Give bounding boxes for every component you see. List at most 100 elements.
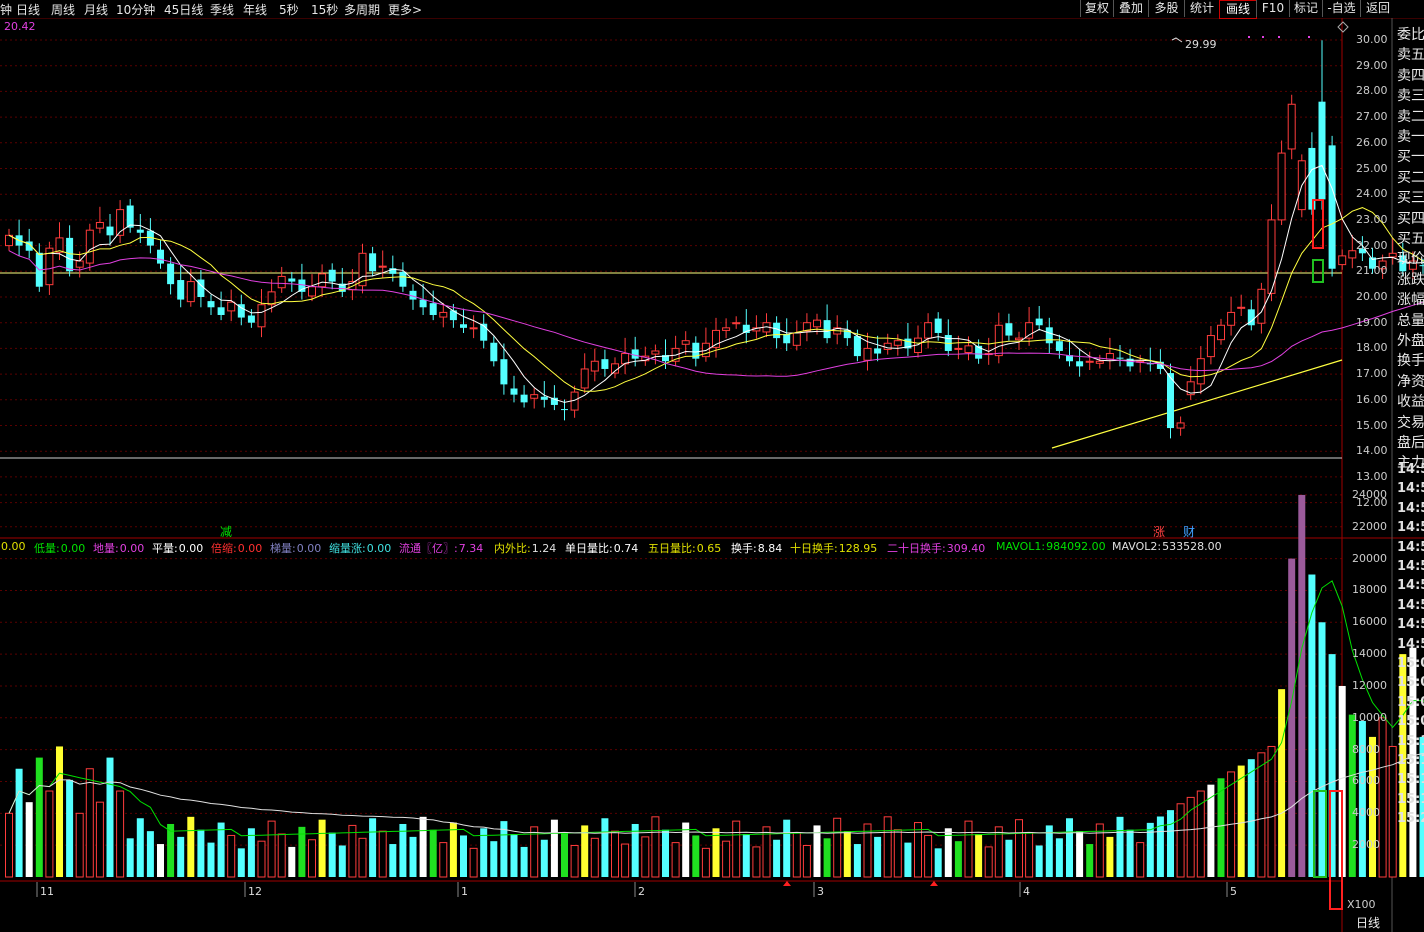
kline-chart-area[interactable]	[0, 0, 1424, 932]
volume-bar	[1318, 622, 1326, 877]
candle	[288, 272, 296, 292]
info-value: 0.00	[366, 542, 392, 555]
volume-bar	[45, 790, 54, 878]
price-tick-label: 18.00	[1356, 341, 1388, 355]
volume-bar	[732, 820, 741, 878]
volume-bar	[369, 818, 377, 877]
volume-bar	[1076, 831, 1084, 877]
volume-bar	[701, 847, 710, 878]
info-label: MAVOL2:	[1112, 540, 1162, 553]
volume-bar	[914, 822, 922, 878]
volume-bar	[984, 846, 993, 878]
dot-icon	[1248, 36, 1250, 38]
trade-time-4: 14:5	[1397, 539, 1424, 555]
candle	[177, 264, 185, 308]
volume-tick-label: 24000	[1352, 487, 1387, 501]
volume-bar	[934, 848, 942, 877]
candle	[257, 289, 266, 338]
quote-label-16: 换手	[1397, 353, 1424, 370]
volume-bar	[863, 823, 872, 878]
info-item-7: 流通〖亿〗:7.34	[399, 540, 483, 556]
volume-bar	[1186, 796, 1195, 878]
candle	[116, 200, 125, 244]
candle	[1348, 235, 1357, 269]
volume-bar	[550, 819, 558, 877]
volume-bar	[207, 842, 215, 877]
info-value: 0.00	[60, 542, 86, 555]
info-label: 梯量:	[270, 542, 296, 555]
volume-bar	[227, 834, 236, 878]
volume-bar	[722, 840, 731, 878]
volume-bar	[308, 839, 316, 878]
candle	[277, 266, 286, 293]
volume-bar	[338, 845, 346, 877]
candle	[1217, 318, 1225, 345]
volume-bar	[924, 834, 933, 878]
corner-price: 20.42	[4, 20, 36, 33]
candle	[1338, 249, 1347, 270]
info-value: 128.95	[838, 542, 878, 555]
volume-bar	[1257, 752, 1266, 878]
candle	[328, 263, 336, 290]
chart-marker-0: 减	[220, 525, 233, 539]
candle	[95, 206, 104, 234]
candle	[1105, 337, 1114, 370]
volume-bar	[116, 790, 125, 878]
candle	[540, 381, 548, 408]
candle	[802, 313, 811, 342]
info-label: 内外比:	[494, 542, 531, 555]
price-tick-label: 21.00	[1356, 264, 1388, 278]
volume-tick-label: 4000	[1352, 806, 1380, 820]
trade-time-16: 15:1	[1397, 772, 1424, 788]
info-label: 缩量涨:	[329, 542, 366, 555]
candle	[570, 385, 579, 418]
candle	[1025, 307, 1034, 346]
candle	[611, 357, 619, 379]
volume-bar	[197, 829, 205, 877]
quote-label-5: 卖一	[1397, 129, 1424, 145]
info-label: 二十日换手:	[887, 542, 946, 555]
volume-bar	[419, 816, 427, 877]
info-label: 低量:	[34, 542, 60, 555]
price-tick-label: 30.00	[1356, 33, 1388, 46]
volume-tick-label: 16000	[1352, 615, 1387, 629]
trade-time-11: 15:0	[1397, 675, 1424, 691]
trade-time-13: 15:0	[1397, 714, 1424, 730]
date-tick-label: 5	[1230, 885, 1237, 898]
volume-bar	[187, 816, 195, 877]
candle	[480, 314, 488, 349]
volume-bar	[671, 842, 680, 878]
volume-bar	[833, 817, 842, 878]
period-label: 日线	[1356, 916, 1381, 930]
volume-bar	[611, 830, 619, 878]
max-price-label: 29.99	[1185, 38, 1217, 51]
volume-tick-label: 10000	[1352, 710, 1387, 724]
quote-label-9: 买四	[1397, 210, 1424, 227]
trade-time-1: 14:5	[1397, 481, 1424, 497]
candle	[157, 240, 164, 269]
price-tick-label: 15.00	[1356, 418, 1388, 432]
quote-label-1: 卖五	[1397, 47, 1424, 64]
volume-bar	[792, 832, 801, 878]
candle	[1116, 345, 1124, 367]
candle	[469, 315, 478, 339]
volume-bar	[1298, 494, 1306, 877]
volume-bar	[682, 822, 690, 877]
info-item-9: 单日量比:0.74	[565, 540, 638, 556]
volume-bar	[662, 829, 669, 877]
dot-icon	[1308, 36, 1310, 38]
candle	[904, 322, 912, 357]
volume-bar	[75, 812, 84, 878]
date-tick-label: 11	[40, 885, 54, 898]
volume-bar	[136, 818, 144, 877]
info-label: MAVOL1:	[996, 540, 1046, 553]
volume-bar	[85, 768, 94, 878]
event-triangle-icon	[783, 881, 791, 886]
volume-bar	[66, 779, 74, 877]
candle	[1005, 313, 1013, 341]
quote-label-14: 总量	[1397, 312, 1424, 329]
diamond-icon[interactable]	[1337, 21, 1349, 33]
candle	[146, 218, 154, 254]
candle	[439, 302, 448, 328]
volume-bar	[540, 839, 548, 877]
